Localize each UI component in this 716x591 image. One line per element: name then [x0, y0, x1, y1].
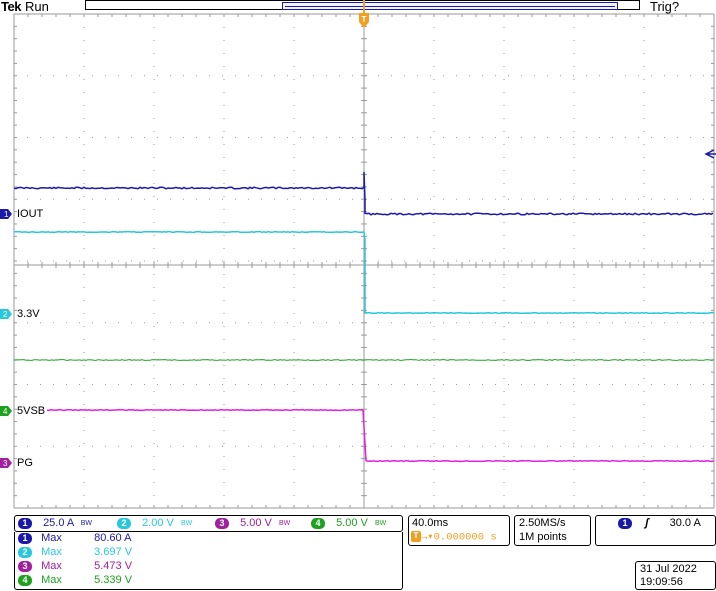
- trigger-level: 30.0 A: [669, 517, 701, 529]
- ch4-trace: [13, 359, 715, 361]
- svg-text:3: 3: [3, 459, 8, 468]
- bandwidth-limit-icon: BW: [374, 520, 387, 527]
- trigger-position-marker[interactable]: T: [359, 0, 369, 28]
- trigger-settings: 1 ʃ 30.0 A: [618, 517, 701, 530]
- waveform-graticule[interactable]: T 1 2 4 3: [0, 0, 716, 520]
- ch3-scale-value: 5.00 V: [240, 517, 272, 530]
- measurement-type: Max: [41, 574, 62, 586]
- time-per-div: 40.0ms: [412, 517, 449, 529]
- measurement-value: 5.339 V: [94, 574, 133, 586]
- bandwidth-limit-icon: BW: [80, 520, 92, 527]
- ch4-label: PG: [17, 457, 33, 469]
- ch4-scale[interactable]: 4 5.00 V BW: [311, 517, 386, 530]
- measurement-type: Max: [41, 532, 62, 544]
- trigger-readout[interactable]: 1 ʃ 30.0 A: [595, 515, 716, 546]
- svg-text:1: 1: [4, 210, 9, 219]
- measurement-value: 5.473 V: [94, 560, 133, 572]
- ch3-badge: 3: [18, 560, 32, 572]
- date: 31 Jul 2022: [640, 563, 697, 575]
- svg-text:2: 2: [3, 310, 8, 319]
- rising-edge-icon: ʃ: [645, 517, 649, 529]
- trigger-position-readout: T →▾0.000000 s: [411, 531, 497, 544]
- ch3-scale[interactable]: 3 5.00 V BW: [215, 517, 290, 530]
- acquisition-readout[interactable]: 2.50MS/s 1M points: [514, 515, 591, 546]
- ch1-scale[interactable]: 1 25.0 A BW: [18, 517, 92, 530]
- sample-rate: 2.50MS/s: [519, 517, 566, 529]
- record-length: 1M points: [519, 531, 567, 543]
- ch2-ground-marker[interactable]: 2: [0, 309, 12, 319]
- ch1-ground-marker[interactable]: 1: [0, 209, 12, 219]
- measurement-row[interactable]: 4 Max 5.339 V: [18, 574, 132, 587]
- svg-text:T: T: [362, 15, 367, 24]
- ch2-scale[interactable]: 2 2.00 V BW: [117, 517, 192, 530]
- arrow-right-icon: →▾: [421, 531, 434, 544]
- measurement-value: 3.697 V: [94, 546, 133, 558]
- time: 19:09:56: [640, 576, 683, 588]
- ch2-badge: 2: [117, 518, 131, 529]
- svg-text:4: 4: [3, 407, 8, 416]
- vertical-scale-readout[interactable]: 1 25.0 A BW 2 2.00 V BW 3 5.00 V BW 4 5.…: [14, 515, 403, 532]
- measurement-row[interactable]: 1 Max 80.60 A: [18, 532, 131, 545]
- ch3-ground-marker[interactable]: 3: [0, 458, 12, 468]
- datetime-readout: 31 Jul 2022 19:09:56: [635, 561, 716, 590]
- ch4-scale-value: 5.00 V: [336, 517, 368, 530]
- trigger-source-badge: 1: [618, 517, 632, 529]
- measurement-panel[interactable]: 1 Max 80.60 A 2 Max 3.697 V 3 Max 5.473 …: [14, 532, 403, 590]
- ch3-trace: [46, 408, 715, 463]
- bandwidth-limit-icon: BW: [278, 520, 291, 527]
- timebase-readout[interactable]: 40.0ms T →▾0.000000 s: [408, 515, 510, 546]
- ch4-badge: 4: [18, 574, 32, 586]
- measurement-type: Max: [41, 560, 62, 572]
- bandwidth-limit-icon: BW: [180, 520, 193, 527]
- trigger-position-icon: T: [411, 531, 421, 542]
- ch3-badge: 3: [215, 518, 229, 529]
- ch2-label: 3.3V: [17, 308, 40, 320]
- ch2-scale-value: 2.00 V: [142, 517, 174, 530]
- measurement-row[interactable]: 2 Max 3.697 V: [18, 546, 132, 559]
- measurement-type: Max: [41, 546, 62, 558]
- ch4-badge: 4: [311, 518, 325, 529]
- ch4-ground-marker[interactable]: 4: [0, 406, 12, 416]
- ch3-label: 5VSB: [17, 405, 46, 417]
- ch1-label: IOUT: [17, 208, 44, 220]
- ch2-badge: 2: [18, 546, 32, 558]
- measurement-value: 80.60 A: [94, 532, 132, 544]
- ch1-badge: 1: [18, 518, 32, 529]
- measurement-row[interactable]: 3 Max 5.473 V: [18, 560, 132, 573]
- ch1-scale-value: 25.0 A: [43, 517, 74, 530]
- ch1-badge: 1: [18, 532, 32, 544]
